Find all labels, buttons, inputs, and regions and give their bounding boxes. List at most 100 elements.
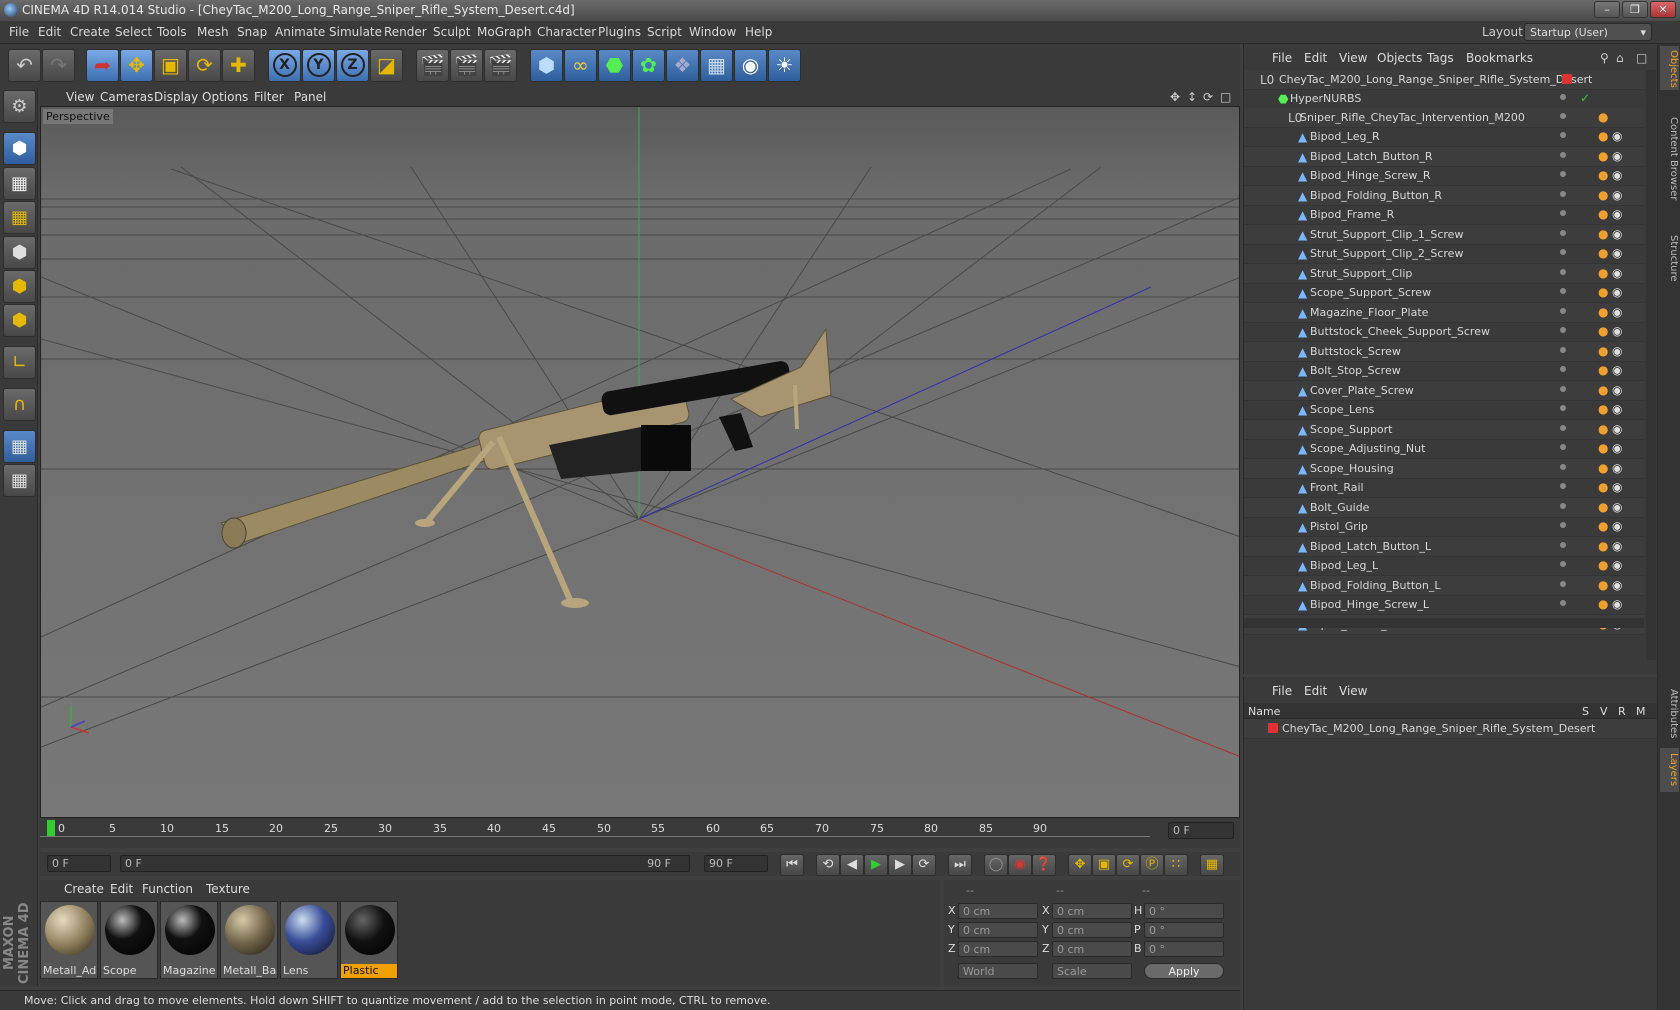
material-tag-icon[interactable]: ◉ [1612, 442, 1622, 454]
visibility-dot[interactable] [1560, 190, 1566, 197]
material-tag-icon[interactable]: ◉ [1612, 364, 1622, 376]
phong-tag-icon[interactable]: ● [1598, 130, 1608, 142]
planar-workplane-icon[interactable]: ▦ [3, 464, 36, 497]
key-position-icon[interactable]: ✥ [1068, 854, 1092, 876]
visibility-dot[interactable] [1560, 502, 1566, 509]
material-tag-icon[interactable]: ◉ [1612, 306, 1622, 318]
object-row[interactable]: ▲ Cover_Plate_Screw ● ◉ [1244, 380, 1644, 401]
material-menu-create[interactable]: Create [64, 882, 104, 896]
coordinate-system-icon[interactable]: ◪ [370, 49, 403, 82]
key-rotation-icon[interactable]: ⟳ [1116, 854, 1140, 876]
material-tag-icon[interactable]: ◉ [1612, 189, 1622, 201]
record-active-icon[interactable]: ◯ [984, 854, 1008, 876]
object-row[interactable]: ▲ Bipod_Frame_R ● ◉ [1244, 205, 1644, 225]
phong-tag-icon[interactable]: ● [1598, 520, 1608, 532]
object-row[interactable]: ▲ Buttstock_Cheek_Support_Screw ● ◉ [1244, 322, 1644, 342]
viewport-menu-view[interactable]: View [66, 90, 94, 104]
material-swatch[interactable]: Metall_Bas [220, 901, 278, 979]
viewport-menu-options[interactable]: Options [202, 90, 248, 104]
position-y-field[interactable]: 0 cm [958, 922, 1038, 938]
scale-select[interactable]: Scale [1052, 963, 1132, 979]
viewport-menu-cameras[interactable]: Cameras [100, 90, 153, 104]
camera-icon[interactable]: ◉ [734, 49, 767, 82]
render-picture-viewer-icon[interactable]: 🎬 [450, 49, 483, 82]
z-axis-lock-icon[interactable]: Z [336, 49, 369, 82]
model-mode-icon[interactable]: ⬢ [3, 132, 36, 165]
key-parameter-icon[interactable]: Ⓟ [1140, 854, 1164, 876]
menu-script[interactable]: Script [647, 25, 682, 39]
close-button[interactable]: ✕ [1650, 1, 1676, 18]
material-tag-icon[interactable]: ◉ [1612, 540, 1622, 552]
viewport-menu-display[interactable]: Display [154, 90, 198, 104]
object-row[interactable]: ▲ Bipod_Latch_Button_L ● ◉ [1244, 536, 1644, 557]
menu-edit[interactable]: Edit [38, 25, 61, 39]
layer-color-swatch[interactable] [1268, 723, 1278, 733]
nurbs-icon[interactable]: ⬣ [598, 49, 631, 82]
material-tag-icon[interactable]: ◉ [1612, 501, 1622, 513]
object-row[interactable]: ▲ Pistol_Grip ● ◉ [1244, 517, 1644, 537]
material-tag-icon[interactable]: ◉ [1612, 345, 1622, 357]
material-tag-icon[interactable]: ◉ [1612, 403, 1622, 415]
object-row[interactable]: ▲ Bipod_Leg_R ● ◉ [1244, 127, 1644, 147]
world-select[interactable]: World [958, 963, 1038, 979]
preview-range-slider[interactable]: 0 F 90 F [120, 855, 690, 872]
object-row[interactable]: ▲ Strut_Support_Clip ● ◉ [1244, 263, 1644, 284]
object-row[interactable]: ▲ Scope_Support ● ◉ [1244, 419, 1644, 440]
material-menu-function[interactable]: Function [142, 882, 193, 896]
workplane-icon[interactable]: ▦ [3, 201, 36, 234]
position-z-field[interactable]: 0 cm [958, 941, 1038, 957]
end-frame-field[interactable]: 90 F [704, 855, 768, 872]
material-tag-icon[interactable]: ◉ [1612, 481, 1622, 493]
phong-tag-icon[interactable]: ● [1598, 208, 1608, 220]
menu-snap[interactable]: Snap [237, 25, 267, 39]
go-to-end-icon[interactable]: ⏭ [948, 854, 972, 876]
visibility-dot[interactable] [1560, 210, 1566, 216]
object-row[interactable]: ▲ Bipod_Latch_Button_R ● ◉ [1244, 146, 1644, 167]
make-editable-icon[interactable]: ⚙ [3, 90, 36, 123]
visibility-dot[interactable] [1560, 132, 1566, 138]
visibility-dot[interactable] [1560, 366, 1566, 372]
undo-icon[interactable]: ↶ [8, 49, 41, 82]
checkmark-icon[interactable]: ✓ [1580, 92, 1590, 104]
material-swatch-selected[interactable]: Plastic [340, 901, 398, 979]
deformer-icon[interactable]: ❖ [666, 49, 699, 82]
viewport-maximize-icon[interactable]: □ [1220, 90, 1231, 104]
material-swatch[interactable]: Lens [280, 901, 338, 979]
visibility-dot[interactable] [1560, 561, 1566, 567]
menu-plugins[interactable]: Plugins [598, 25, 641, 39]
material-tag-icon[interactable]: ◉ [1612, 208, 1622, 220]
object-row-hypernurbs[interactable]: ⬣ HyperNURBS ✓ [1244, 89, 1644, 109]
x-axis-lock-icon[interactable]: X [268, 49, 301, 82]
object-row[interactable]: ▲ Bipod_Leg_L ● ◉ [1244, 556, 1644, 576]
points-mode-icon[interactable]: ⬢ [3, 236, 36, 269]
obj-menu-objects[interactable]: Objects [1377, 51, 1422, 65]
phong-tag-icon[interactable]: ● [1598, 286, 1608, 298]
menu-render[interactable]: Render [384, 25, 427, 39]
visibility-dot[interactable] [1560, 541, 1566, 548]
rotation-b-field[interactable]: 0 ° [1144, 941, 1224, 957]
edges-mode-icon[interactable]: ⬢ [3, 270, 36, 303]
material-tag-icon[interactable]: ◉ [1612, 247, 1622, 259]
texture-mode-icon[interactable]: ▦ [3, 167, 36, 200]
visibility-dot[interactable] [1560, 405, 1566, 411]
menu-file[interactable]: File [9, 25, 29, 39]
live-selection-icon[interactable]: ➦ [86, 49, 119, 82]
object-row[interactable]: ▲ Scope_Support_Screw ● ◉ [1244, 283, 1644, 303]
obj-menu-view[interactable]: View [1339, 51, 1367, 65]
material-tag-icon[interactable]: ◉ [1612, 579, 1622, 591]
phong-tag-icon[interactable]: ● [1598, 579, 1608, 591]
visibility-dot[interactable] [1560, 288, 1566, 294]
tab-attributes[interactable]: Attributes [1660, 684, 1679, 744]
axis-mode-icon[interactable]: ∟ [3, 346, 36, 379]
previous-keyframe-icon[interactable]: ⟲ [816, 854, 840, 876]
visibility-dot[interactable] [1560, 444, 1566, 450]
apply-button[interactable]: Apply [1144, 963, 1224, 979]
phong-tag-icon[interactable]: ● [1598, 247, 1608, 259]
menu-sculpt[interactable]: Sculpt [433, 25, 470, 39]
expand-icon[interactable]: □ [1636, 51, 1647, 65]
object-row[interactable]: ▲ Bipod_Hinge_Screw_R ● ◉ [1244, 166, 1644, 186]
next-frame-icon[interactable]: ▶ [888, 854, 912, 876]
rotation-p-field[interactable]: 0 ° [1144, 922, 1224, 938]
object-row[interactable]: ▲ Scope_Adjusting_Nut ● ◉ [1244, 439, 1644, 459]
cube-object-icon[interactable]: ⬢ [530, 49, 563, 82]
